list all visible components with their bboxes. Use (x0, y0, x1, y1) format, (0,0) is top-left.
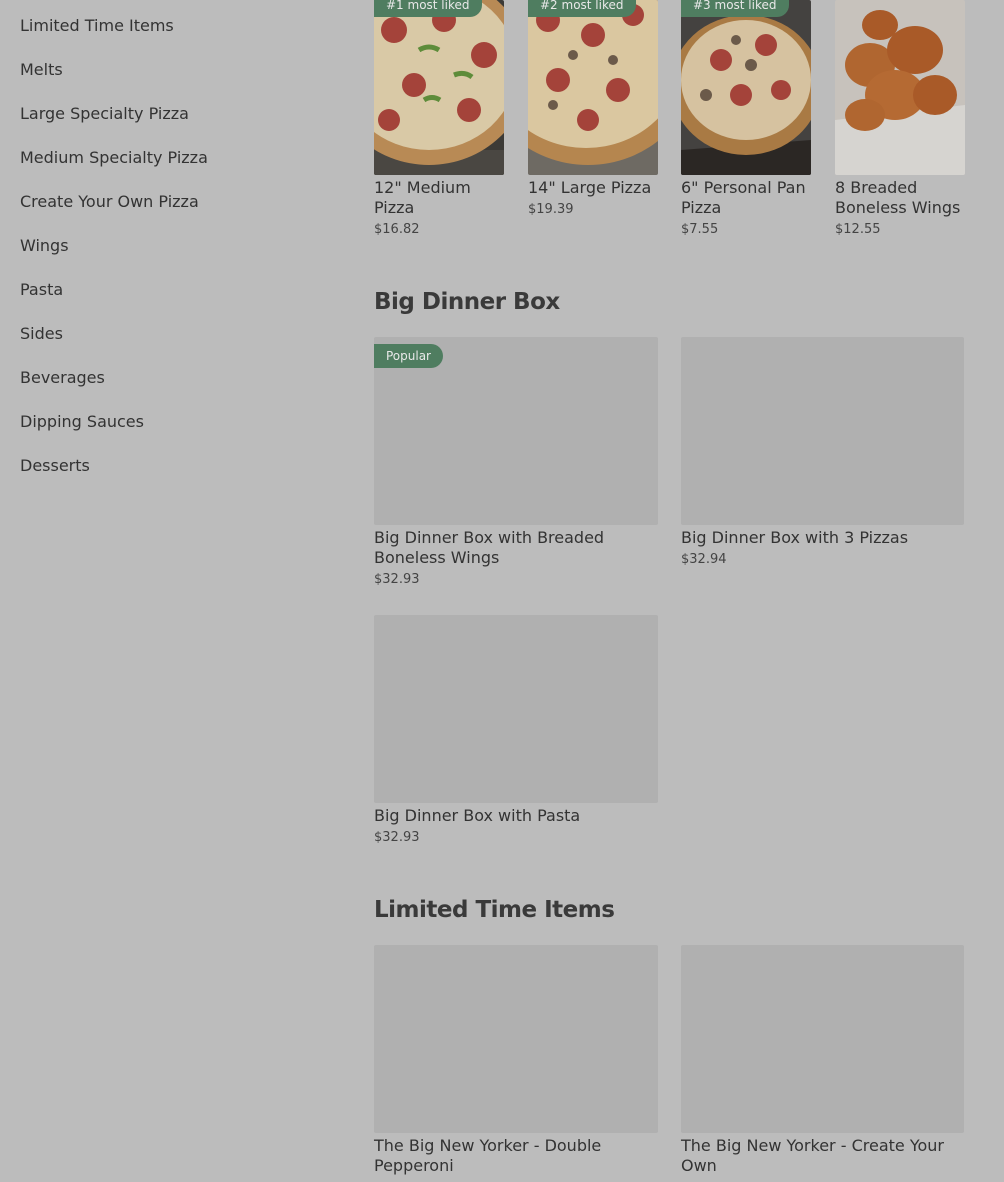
menu-main: #1 most liked 12" Medium Pizza $16.82 #2… (374, 0, 974, 1182)
menu-item-card[interactable]: #1 most liked 12" Medium Pizza $16.82 (374, 0, 504, 245)
sidebar-item-wings[interactable]: Wings (20, 236, 69, 256)
sidebar-item-limited-time-items[interactable]: Limited Time Items (20, 16, 174, 36)
item-name: Big Dinner Box with 3 Pizzas (681, 528, 909, 547)
pizza-photo (528, 0, 658, 175)
item-price: $16.82 (374, 222, 420, 237)
section-title-big-dinner-box: Big Dinner Box (374, 289, 560, 315)
most-liked-badge: #1 most liked (374, 0, 482, 17)
most-liked-badge: #3 most liked (681, 0, 789, 17)
menu-item-card[interactable]: #2 most liked 14" Large Pizza $19.39 (528, 0, 658, 245)
sidebar-item-medium-specialty-pizza[interactable]: Medium Specialty Pizza (20, 148, 208, 168)
item-image-placeholder (681, 337, 964, 525)
item-price: $7.55 (681, 222, 719, 237)
item-name: The Big New Yorker - Create Your Own (681, 1136, 944, 1175)
item-image-placeholder (374, 615, 658, 803)
item-price: $32.93 (374, 572, 420, 587)
item-price: $32.93 (374, 830, 420, 845)
sidebar-item-desserts[interactable]: Desserts (20, 456, 90, 476)
item-name: 14" Large Pizza (528, 178, 652, 197)
item-name: 8 Breaded Boneless Wings (835, 178, 961, 217)
pizza-photo (681, 0, 811, 175)
item-name: Big Dinner Box with Pasta (374, 806, 581, 825)
sidebar-item-beverages[interactable]: Beverages (20, 368, 105, 388)
menu-item-card[interactable]: 8 Breaded Boneless Wings $12.55 (835, 0, 965, 245)
pizza-photo (374, 0, 504, 175)
menu-item-card[interactable]: #3 most liked 6" Personal Pan Pizza $7.5… (681, 0, 811, 245)
item-name: 12" Medium Pizza (374, 178, 471, 217)
item-name: The Big New Yorker - Double Pepperoni (374, 1136, 602, 1175)
wings-photo (835, 0, 965, 175)
item-name: Big Dinner Box with Breaded Boneless Win… (374, 528, 605, 567)
sidebar-item-melts[interactable]: Melts (20, 60, 63, 80)
sidebar-item-pasta[interactable]: Pasta (20, 280, 63, 300)
most-liked-badge: #2 most liked (528, 0, 636, 17)
item-image-placeholder (681, 945, 964, 1133)
item-price: $19.39 (528, 202, 574, 217)
section-title-limited-time-items: Limited Time Items (374, 897, 615, 923)
item-image-placeholder (374, 945, 658, 1133)
popular-badge: Popular (374, 344, 443, 368)
sidebar-item-dipping-sauces[interactable]: Dipping Sauces (20, 412, 144, 432)
sidebar-item-sides[interactable]: Sides (20, 324, 63, 344)
sidebar-item-large-specialty-pizza[interactable]: Large Specialty Pizza (20, 104, 189, 124)
menu-item-card[interactable]: The Big New Yorker - Double Pepperoni (374, 945, 658, 1182)
item-price: $32.94 (681, 552, 727, 567)
menu-item-card[interactable]: Big Dinner Box with 3 Pizzas $32.94 (681, 337, 964, 572)
menu-item-card[interactable]: Popular Big Dinner Box with Breaded Bone… (374, 337, 658, 592)
sidebar-item-create-your-own-pizza[interactable]: Create Your Own Pizza (20, 192, 199, 212)
menu-item-card[interactable]: The Big New Yorker - Create Your Own (681, 945, 964, 1182)
item-price: $12.55 (835, 222, 881, 237)
item-name: 6" Personal Pan Pizza (681, 178, 806, 217)
menu-item-card[interactable]: Big Dinner Box with Pasta $32.93 (374, 615, 658, 850)
